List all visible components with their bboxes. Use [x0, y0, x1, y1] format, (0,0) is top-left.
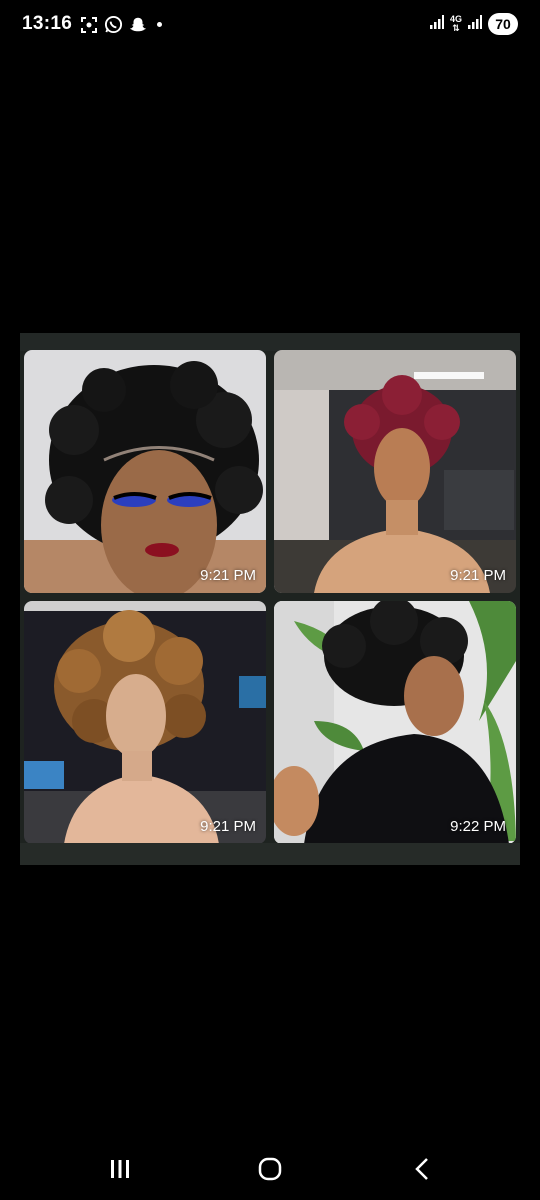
battery-indicator: 70: [488, 13, 518, 35]
message-time: 9:21 PM: [200, 818, 256, 835]
status-time: 13:16: [22, 13, 73, 34]
navigation-bar: [0, 1140, 540, 1200]
image-bottom-strip: [20, 843, 520, 865]
status-bar: 13:16 4G ⇅ 70: [0, 0, 540, 52]
back-icon: [415, 1158, 428, 1180]
photo-grid: 9:21 PM 9:21 PM 9:21 PM 9:22 PM: [24, 350, 516, 844]
home-button[interactable]: [250, 1154, 290, 1184]
notification-icons: [80, 15, 162, 34]
wig-photo-2: [274, 350, 516, 593]
whatsapp-icon: [104, 15, 123, 34]
snapchat-icon: [129, 16, 147, 34]
system-status-icons: 4G ⇅ 70: [429, 13, 518, 35]
wig-photo-1: [24, 350, 266, 593]
wig-photo-4: [274, 601, 516, 844]
home-icon: [258, 1157, 282, 1181]
message-time: 9:21 PM: [450, 567, 506, 584]
signal-icon-2: [468, 14, 482, 34]
photo-tile-4[interactable]: 9:22 PM: [274, 601, 516, 844]
image-viewer[interactable]: 9:21 PM 9:21 PM 9:21 PM 9:22 PM: [20, 333, 520, 865]
recent-apps-icon: [111, 1160, 129, 1178]
photo-tile-3[interactable]: 9:21 PM: [24, 601, 266, 844]
message-time: 9:21 PM: [200, 567, 256, 584]
network-type: 4G ⇅: [450, 15, 462, 33]
message-time: 9:22 PM: [450, 818, 506, 835]
screenshot-icon: [80, 16, 98, 34]
signal-icon: [429, 14, 444, 34]
notification-dot: [157, 22, 162, 27]
back-button[interactable]: [402, 1154, 442, 1184]
photo-tile-2[interactable]: 9:21 PM: [274, 350, 516, 593]
wig-photo-3: [24, 601, 266, 844]
photo-tile-1[interactable]: 9:21 PM: [24, 350, 266, 593]
recent-apps-button[interactable]: [100, 1154, 140, 1184]
image-top-strip: [20, 333, 520, 351]
data-arrows-icon: ⇅: [452, 23, 460, 33]
